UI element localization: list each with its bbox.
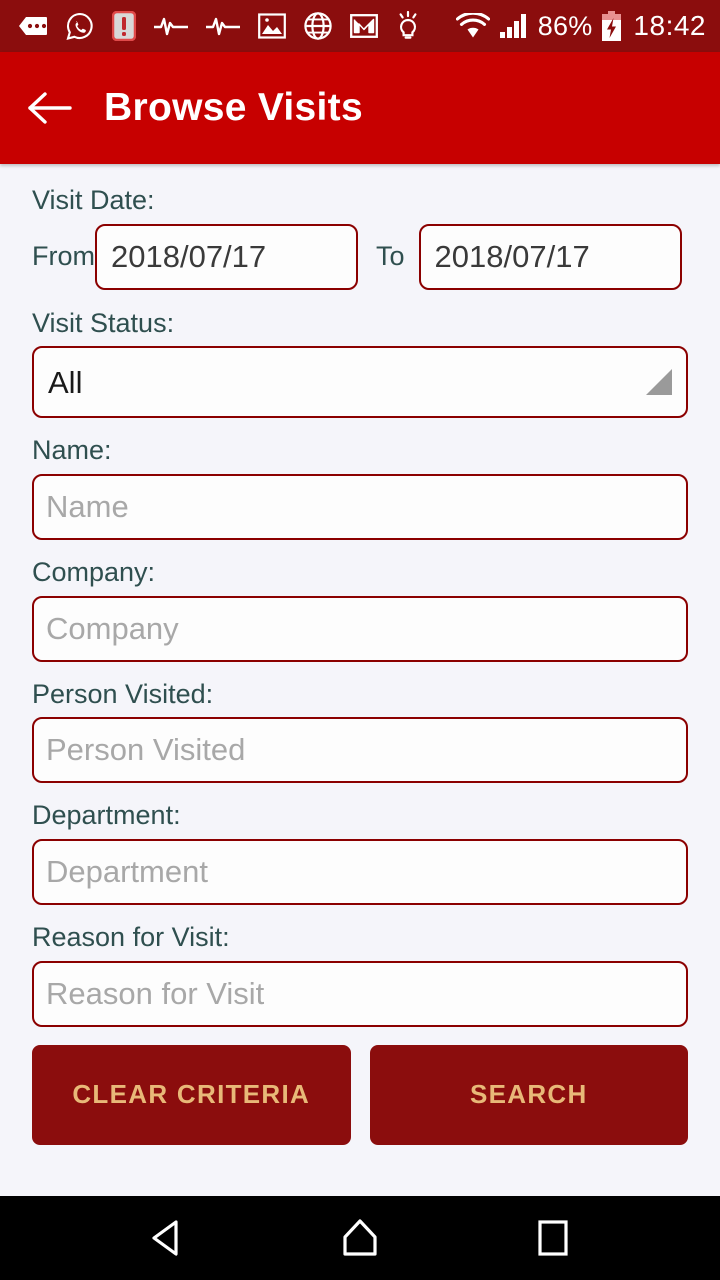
globe-icon [304, 12, 332, 40]
app-bar: Browse Visits [0, 52, 720, 164]
status-bar: 86% 18:42 [0, 0, 720, 52]
reason-for-visit-label: Reason for Visit: [32, 922, 230, 953]
search-button[interactable]: SEARCH [369, 1044, 688, 1145]
department-input-wrapper[interactable] [32, 839, 688, 906]
company-label: Company: [32, 557, 156, 588]
person-visited-input[interactable] [46, 732, 674, 769]
date-to-prefix: To [376, 241, 405, 272]
company-group: Company: [32, 557, 688, 662]
company-input-wrapper[interactable] [32, 595, 688, 662]
spinner-triangle-icon [646, 369, 672, 396]
visit-status-label: Visit Status: [32, 307, 175, 338]
department-input[interactable] [46, 854, 674, 891]
cellular-signal-icon [499, 13, 529, 39]
status-bar-notification-icons [18, 11, 456, 41]
name-input-wrapper[interactable] [32, 474, 688, 541]
company-input[interactable] [46, 610, 674, 647]
visit-date-to-value: 2018/07/17 [434, 239, 590, 275]
date-from-prefix: From [32, 241, 95, 272]
visit-date-from-field[interactable]: 2018/07/17 [95, 223, 358, 290]
nav-recents-square-icon[interactable] [513, 1198, 593, 1278]
name-label: Name: [32, 435, 112, 466]
nav-back-triangle-icon[interactable] [127, 1198, 207, 1278]
alert-icon [112, 11, 136, 41]
whatsapp-icon [66, 12, 94, 40]
department-label: Department: [32, 800, 181, 831]
pulse-icon-2 [206, 15, 240, 37]
sms-icon [18, 14, 48, 38]
name-input[interactable] [46, 489, 674, 526]
visit-status-selected-value: All [48, 364, 83, 400]
visit-date-label: Visit Date: [32, 185, 155, 215]
visit-date-group: Visit Date: From 2018/07/17 To 2018/07/1… [32, 185, 688, 290]
person-visited-label: Person Visited: [32, 678, 214, 709]
search-criteria-form: Visit Date: From 2018/07/17 To 2018/07/1… [0, 164, 720, 1196]
name-group: Name: [32, 435, 688, 541]
wifi-icon [455, 13, 490, 39]
pulse-icon [154, 15, 188, 37]
visit-date-row: From 2018/07/17 To 2018/07/17 [32, 223, 688, 290]
battery-percent-label: 86% [537, 10, 593, 41]
person-visited-input-wrapper[interactable] [32, 717, 688, 784]
reason-for-visit-group: Reason for Visit: [32, 922, 688, 1027]
visit-date-to-field[interactable]: 2018/07/17 [418, 223, 682, 290]
reason-for-visit-input-wrapper[interactable] [32, 960, 688, 1027]
back-arrow-icon[interactable] [22, 80, 78, 136]
phone-screen: 86% 18:42 Browse Visits Visit Date: From… [0, 0, 720, 1280]
department-group: Department: [32, 800, 688, 906]
clear-criteria-button[interactable]: CLEAR CRITERIA [32, 1044, 351, 1145]
gmail-icon [350, 14, 378, 38]
reason-for-visit-input[interactable] [46, 975, 674, 1012]
visit-status-group: Visit Status: All [32, 307, 688, 419]
person-visited-group: Person Visited: [32, 678, 688, 784]
status-bar-clock: 18:42 [633, 10, 706, 41]
image-icon [258, 12, 286, 40]
nav-home-icon[interactable] [320, 1198, 400, 1278]
android-navigation-bar [0, 1196, 720, 1280]
battery-charging-icon [601, 10, 622, 42]
status-bar-system-icons: 86% 18:42 [455, 10, 706, 42]
visit-date-from-value: 2018/07/17 [111, 239, 267, 275]
lightbulb-icon [396, 11, 420, 41]
page-title: Browse Visits [104, 86, 363, 129]
form-action-buttons: CLEAR CRITERIA SEARCH [32, 1044, 688, 1145]
visit-status-dropdown[interactable]: All [32, 346, 688, 419]
